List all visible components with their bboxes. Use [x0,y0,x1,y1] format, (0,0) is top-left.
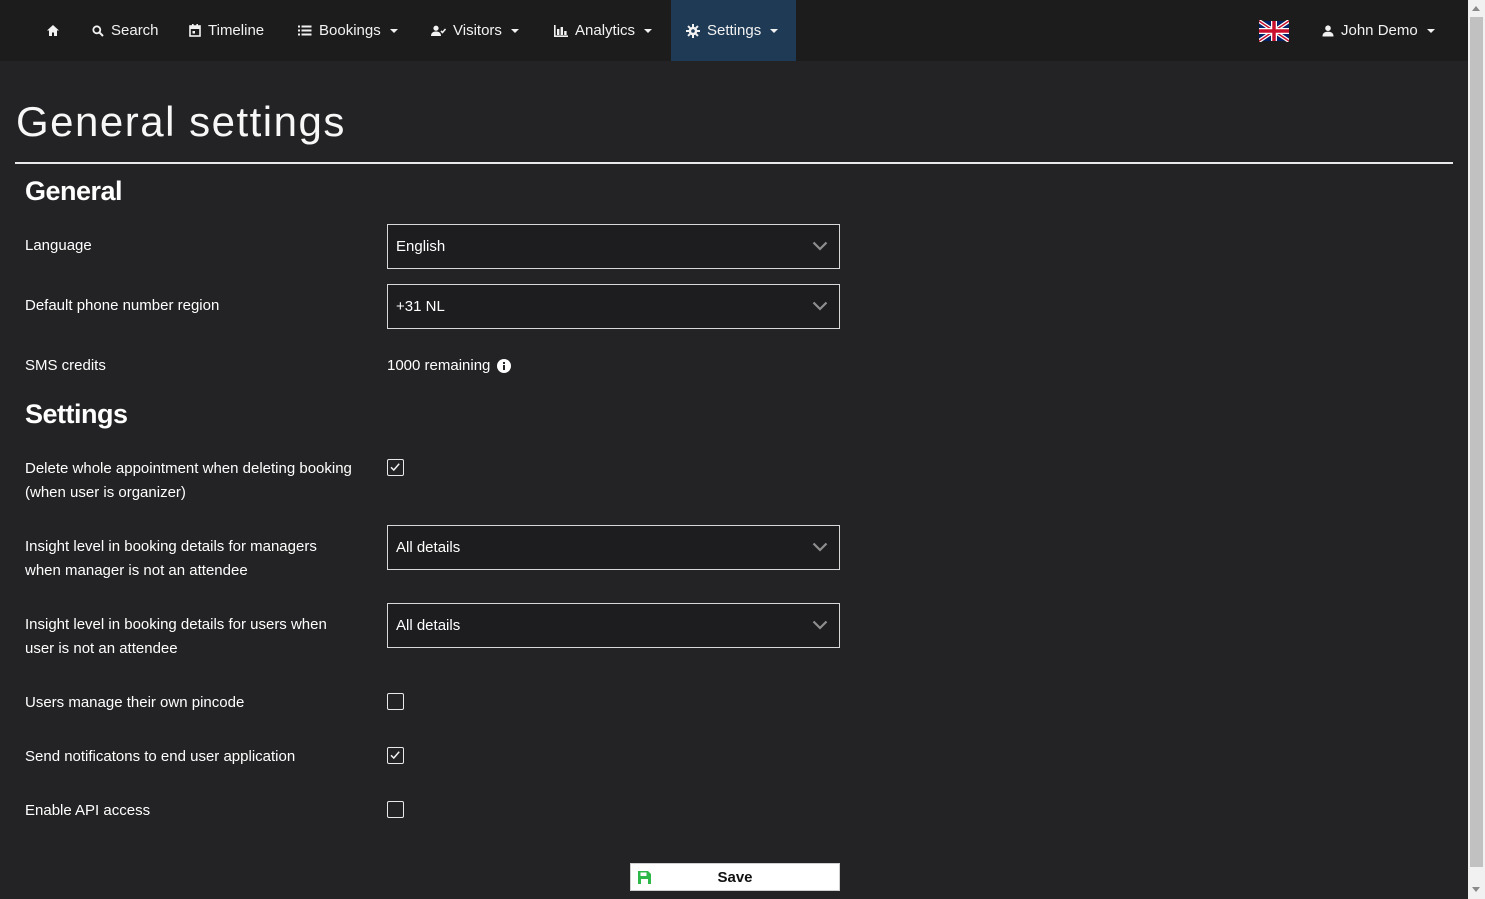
chevron-down-icon [812,241,828,251]
sms-credits-label: SMS credits [25,357,106,374]
own-pincode-label: Users manage their own pincode [25,694,245,711]
info-icon[interactable] [497,359,512,373]
scroll-thumb[interactable] [1470,17,1483,867]
floppy-disk-icon [638,871,651,884]
title-divider [15,162,1453,164]
insight-managers-select[interactable]: All details [387,525,840,570]
save-button-label: Save [717,868,753,886]
nav-settings-label: Settings [707,22,762,39]
nav-visitors[interactable]: Visitors [416,0,534,61]
nav-search[interactable]: Search [77,0,174,61]
phone-region-select-value: +31 NL [396,298,445,315]
notifications-checkbox[interactable] [387,747,404,764]
top-navbar: Search Timeline Bookings Visitors Analyt… [0,0,1468,61]
insight-users-label: Insight level in booking details for use… [25,616,327,657]
checkmark-icon [390,463,400,472]
section-heading-general: General [25,176,123,206]
user-name: John Demo [1341,22,1418,39]
checkmark-icon [390,751,400,760]
user-menu[interactable]: John Demo [1307,0,1450,61]
save-button[interactable]: Save [630,863,840,891]
chevron-down-icon [812,542,828,552]
language-switcher[interactable] [1244,0,1304,61]
insight-users-select-value: All details [396,617,461,634]
nav-analytics[interactable]: Analytics [539,0,667,61]
language-label: Language [25,237,92,254]
chevron-down-icon [510,28,519,33]
delete-appointment-label: Delete whole appointment when deleting b… [25,460,352,501]
chevron-down-icon [389,28,398,33]
nav-bookings[interactable]: Bookings [283,0,413,61]
phone-region-label: Default phone number region [25,297,220,314]
chevron-down-icon [812,301,828,311]
page-title: General settings [16,98,346,145]
nav-visitors-label: Visitors [453,22,502,39]
insight-managers-label: Insight level in booking details for man… [25,538,317,579]
home-icon [47,25,59,36]
calendar-icon [189,24,201,37]
chevron-down-icon [1426,28,1435,33]
gear-icon [686,23,700,38]
chevron-down-icon [770,28,779,33]
search-icon [92,24,104,37]
list-icon [298,25,312,36]
section-heading-settings: Settings [25,399,128,429]
own-pincode-checkbox[interactable] [387,693,404,710]
sms-credits-value-row: 1000 remaining [387,354,512,378]
api-access-checkbox[interactable] [387,801,404,818]
uk-flag-icon [1259,19,1289,42]
nav-search-label: Search [111,22,159,39]
nav-timeline[interactable]: Timeline [174,0,279,61]
visitor-icon [431,25,446,36]
nav-bookings-label: Bookings [319,22,381,39]
chevron-down-icon [812,620,828,630]
sms-credits-value: 1000 remaining [387,357,491,374]
delete-appointment-checkbox[interactable] [387,459,404,476]
language-select-value: English [396,238,446,255]
nav-home[interactable] [31,0,75,61]
nav-analytics-label: Analytics [575,22,636,39]
nav-settings[interactable]: Settings [671,0,796,61]
page-scrollbar[interactable] [1468,0,1485,899]
user-icon [1322,24,1334,36]
insight-users-select[interactable]: All details [387,603,840,648]
language-select[interactable]: English [387,224,840,269]
notifications-label: Send notificatons to end user applicatio… [25,748,296,765]
nav-timeline-label: Timeline [208,22,265,39]
scroll-down-arrow-icon[interactable] [1472,887,1480,892]
insight-managers-select-value: All details [396,539,461,556]
api-access-label: Enable API access [25,802,151,819]
phone-region-select[interactable]: +31 NL [387,284,840,329]
chevron-down-icon [644,28,653,33]
scroll-up-arrow-icon[interactable] [1472,6,1480,11]
bar-chart-icon [554,24,568,37]
